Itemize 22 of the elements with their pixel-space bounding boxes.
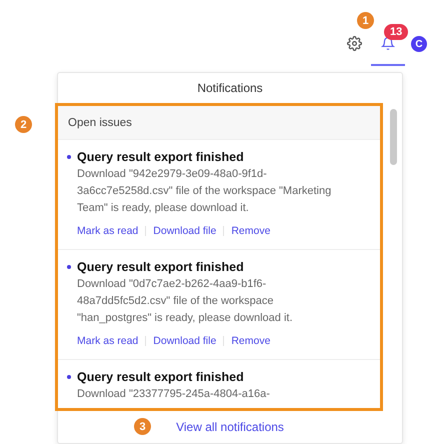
annotation-marker: 1 xyxy=(357,12,374,29)
user-avatar[interactable]: C xyxy=(411,36,427,52)
notification-count: 13 xyxy=(384,24,408,40)
notification-title: Query result export finished xyxy=(77,260,244,274)
action-link[interactable]: Mark as read xyxy=(77,335,138,347)
action-link[interactable]: Mark as read xyxy=(77,225,138,237)
action-link[interactable]: Remove xyxy=(231,335,270,347)
bell-icon xyxy=(381,36,395,50)
view-all-link[interactable]: View all notifications xyxy=(176,420,284,434)
notification-text: Download "0d7c7ae2-b262-4aa9-b1f6-48a7dd5fc5d2.csv" file of the workspace "han_postgres" is ready, please download it. xyxy=(77,277,294,326)
notification-title: Query result export finished xyxy=(77,370,244,384)
action-link[interactable]: Remove xyxy=(231,225,270,237)
notification-text: Download "942e2979-3e09-48a0-9f1d-3a6cc7e5258d.csv" file of the workspace "Marketing Team" is ready, please download it. xyxy=(77,167,332,216)
notifications-tab[interactable]: 13 xyxy=(371,22,405,66)
notification-title: Query result export finished xyxy=(77,150,244,164)
annotation-marker: 2 xyxy=(15,116,32,133)
scrollbar-thumb[interactable] xyxy=(390,109,397,165)
action-link[interactable]: Download file xyxy=(153,225,216,237)
section-header: Open issues xyxy=(58,106,380,140)
panel-title: Notifications xyxy=(196,80,264,97)
action-link[interactable]: Download file xyxy=(153,335,216,347)
notification-text: Download "23377795-245a-4804-a16a- xyxy=(77,387,271,402)
